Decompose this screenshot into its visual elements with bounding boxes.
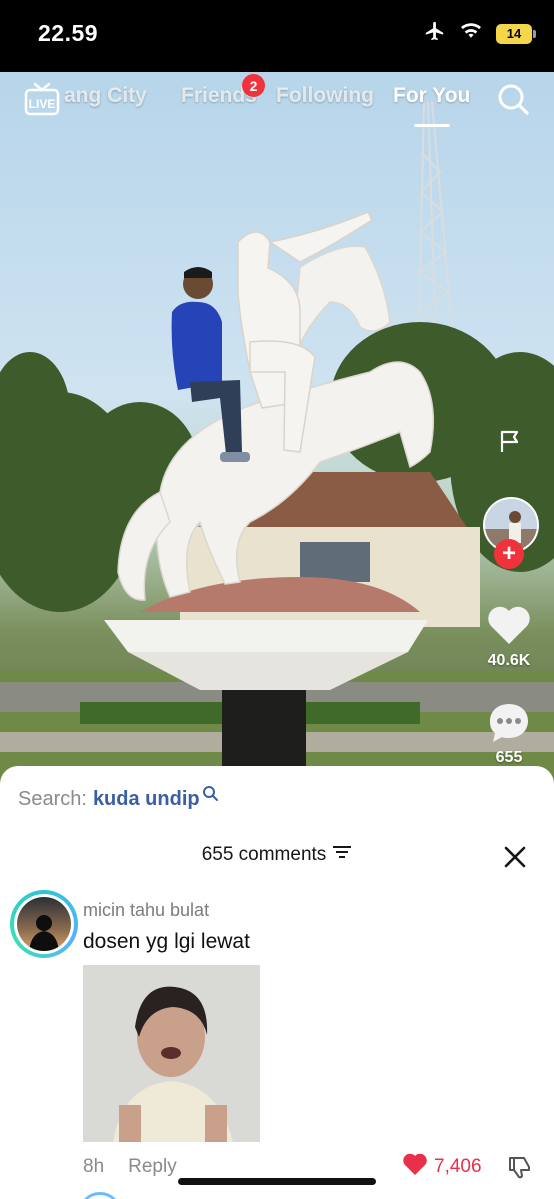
- active-tab-indicator: [414, 124, 450, 127]
- comment-sticker-image[interactable]: [83, 965, 260, 1142]
- commenter-avatar[interactable]: [10, 890, 78, 958]
- search-term[interactable]: kuda undip: [93, 788, 200, 811]
- heart-icon: [402, 1152, 428, 1182]
- status-bar: 22.59 14: [0, 0, 554, 72]
- comments-sheet: Search: kuda undip 655 comments micin ta…: [0, 766, 554, 1199]
- comments-count-label: 655 comments: [201, 844, 327, 865]
- report-flag-icon[interactable]: [497, 428, 523, 459]
- comment-text: dosen yg lgi lewat: [83, 930, 250, 953]
- video-player[interactable]: [0, 72, 554, 792]
- related-search-link[interactable]: Search: kuda undip: [18, 786, 218, 811]
- dislike-icon[interactable]: [507, 1154, 533, 1185]
- close-icon[interactable]: [503, 845, 527, 869]
- heart-icon[interactable]: [486, 604, 532, 651]
- tab-city[interactable]: ang City: [64, 84, 147, 108]
- comment-count: 655: [495, 749, 523, 766]
- search-icon[interactable]: [496, 82, 530, 121]
- svg-text:LIVE: LIVE: [29, 97, 56, 111]
- friends-notification-badge: 2: [242, 74, 265, 97]
- battery-level: 14: [506, 26, 522, 41]
- status-icons: 14: [424, 20, 536, 47]
- next-commenter-avatar[interactable]: [78, 1192, 122, 1199]
- search-prefix-label: Search:: [18, 788, 87, 810]
- home-indicator[interactable]: [178, 1178, 376, 1185]
- reply-button[interactable]: Reply: [128, 1156, 177, 1178]
- comment-time: 8h: [83, 1156, 105, 1177]
- wifi-icon: [460, 22, 482, 45]
- search-icon: [202, 784, 218, 807]
- airplane-icon: [424, 20, 446, 47]
- follow-plus-button[interactable]: +: [494, 539, 524, 569]
- battery-icon: 14: [496, 23, 536, 44]
- comment-bubble-icon[interactable]: [487, 701, 531, 750]
- comment-like-button[interactable]: 7,406: [402, 1152, 482, 1182]
- sort-filter-icon[interactable]: [332, 844, 352, 866]
- like-count: 40.6K: [487, 652, 531, 669]
- top-nav: LIVE ang City Friends Following For You: [0, 72, 554, 127]
- comment-username[interactable]: micin tahu bulat: [83, 900, 209, 921]
- tab-following[interactable]: Following: [276, 84, 374, 108]
- video-frame-image: [0, 101, 554, 792]
- comment-meta: 8h Reply: [83, 1156, 177, 1178]
- comments-header: 655 comments: [0, 844, 554, 866]
- comment-like-count: 7,406: [434, 1156, 482, 1177]
- live-icon[interactable]: LIVE: [24, 82, 60, 121]
- status-time: 22.59: [38, 20, 99, 46]
- tab-for-you[interactable]: For You: [393, 84, 470, 108]
